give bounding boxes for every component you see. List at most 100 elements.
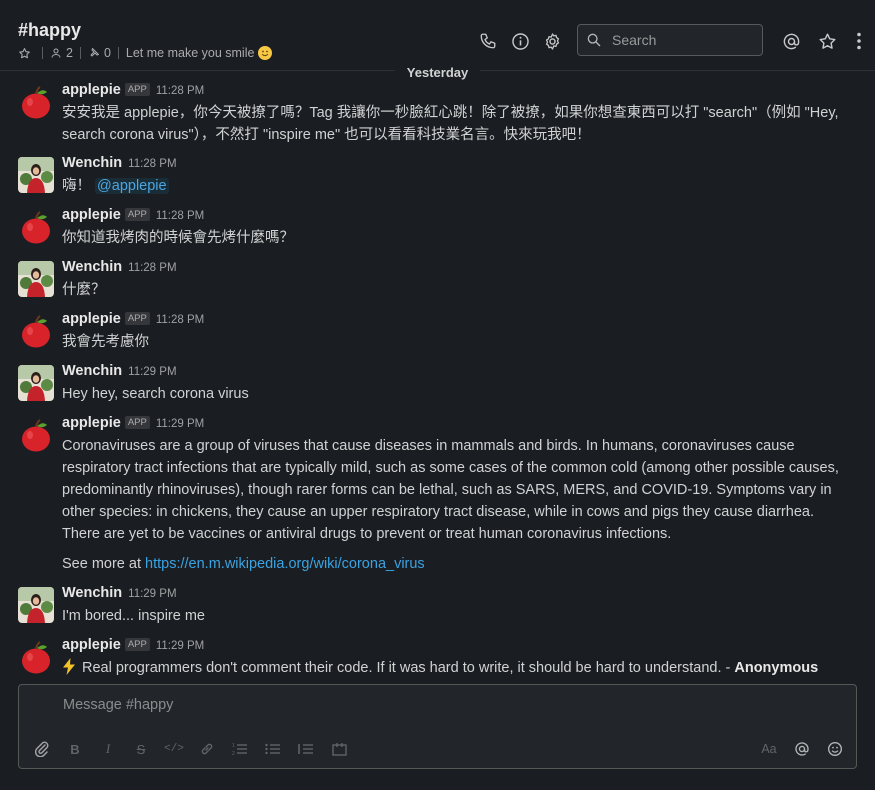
apple-avatar-icon[interactable]: [18, 313, 54, 349]
message-input[interactable]: [61, 695, 825, 723]
app-badge: APP: [124, 416, 150, 429]
message-header: Wenchin 11:28 PM: [62, 155, 177, 171]
divider: [79, 47, 81, 59]
channel-title[interactable]: #happy: [18, 20, 81, 41]
day-divider: Yesterday: [0, 60, 875, 82]
header-actions: [478, 31, 562, 51]
message-header: applepie APP 11:29 PM: [62, 415, 204, 431]
members-icon[interactable]: [50, 47, 62, 59]
timestamp[interactable]: 11:28 PM: [156, 210, 204, 222]
author-name[interactable]: Wenchin: [62, 155, 122, 171]
timestamp[interactable]: 11:29 PM: [128, 366, 176, 378]
timestamp[interactable]: 11:28 PM: [128, 158, 176, 170]
pin-icon[interactable]: [88, 47, 100, 59]
timestamp[interactable]: 11:29 PM: [156, 640, 204, 652]
author-name[interactable]: applepie: [62, 415, 121, 431]
timestamp[interactable]: 11:29 PM: [128, 588, 176, 600]
code-icon[interactable]: </>: [163, 739, 185, 759]
message-header: applepie APP 11:28 PM: [62, 311, 204, 327]
timestamp[interactable]: 11:29 PM: [156, 418, 204, 430]
message-text: 我會先考慮你: [62, 334, 149, 350]
search-input[interactable]: [610, 31, 754, 49]
message-header: applepie APP 11:28 PM: [62, 207, 204, 223]
link-icon[interactable]: [196, 739, 218, 759]
app-badge: APP: [124, 83, 150, 96]
quote-attribution: Anonymous: [734, 660, 819, 676]
user-avatar[interactable]: [18, 157, 54, 193]
user-avatar[interactable]: [18, 587, 54, 623]
author-name[interactable]: Wenchin: [62, 363, 122, 379]
smile-emoji-icon: [258, 46, 273, 60]
pinned-count[interactable]: 0: [104, 46, 111, 60]
app-badge: APP: [124, 208, 150, 221]
emoji-icon[interactable]: [824, 739, 846, 759]
gear-icon[interactable]: [542, 31, 562, 51]
user-avatar[interactable]: [18, 261, 54, 297]
message-text: Coronaviruses are a group of viruses tha…: [62, 435, 842, 575]
star-icon[interactable]: [817, 31, 837, 51]
bold-icon[interactable]: B: [64, 739, 86, 759]
timestamp[interactable]: 11:28 PM: [128, 262, 176, 274]
user-avatar[interactable]: [18, 365, 54, 401]
phone-icon[interactable]: [478, 31, 498, 51]
lightning-icon: [62, 658, 76, 682]
bulleted-list-icon[interactable]: [262, 739, 284, 759]
author-name[interactable]: Wenchin: [62, 585, 122, 601]
member-count[interactable]: 2: [66, 46, 73, 60]
message-composer: B I S </> 12 Aa: [18, 684, 857, 769]
info-icon[interactable]: [510, 31, 530, 51]
header-right-actions: [781, 31, 869, 51]
apple-avatar-icon[interactable]: [18, 639, 54, 675]
wikipedia-link[interactable]: https://en.m.wikipedia.org/wiki/corona_v…: [145, 556, 425, 572]
message-text: 你知道我烤肉的時候會先烤什麼嗎？: [62, 230, 294, 246]
search-box[interactable]: [577, 24, 763, 56]
author-name[interactable]: Wenchin: [62, 259, 122, 275]
blockquote-icon[interactable]: [295, 739, 317, 759]
message-text: Hey hey, search corona virus: [62, 386, 249, 402]
message-text-segment: Real programmers don't comment their cod…: [82, 660, 735, 676]
ordered-list-icon[interactable]: 12: [229, 739, 251, 759]
message-text: Real programmers don't comment their cod…: [62, 657, 842, 682]
author-name[interactable]: applepie: [62, 82, 121, 98]
strikethrough-icon[interactable]: S: [130, 739, 152, 759]
user-mention[interactable]: @applepie: [95, 178, 169, 194]
author-name[interactable]: applepie: [62, 207, 121, 223]
author-name[interactable]: applepie: [62, 637, 121, 653]
code-block-icon[interactable]: [328, 739, 350, 759]
timestamp[interactable]: 11:28 PM: [156, 85, 204, 97]
apple-avatar-icon[interactable]: [18, 84, 54, 120]
composer-right-tools: Aa: [747, 739, 846, 759]
apple-avatar-icon[interactable]: [18, 417, 54, 453]
message-header: Wenchin 11:29 PM: [62, 585, 177, 601]
message-text: 嗨！ @applepie: [62, 175, 842, 197]
svg-text:2: 2: [232, 751, 235, 756]
message-header: Wenchin 11:28 PM: [62, 259, 177, 275]
channel-topic[interactable]: Let me make you smile: [126, 46, 255, 60]
svg-text:1: 1: [232, 743, 235, 749]
more-icon[interactable]: [849, 31, 869, 51]
attach-icon[interactable]: [31, 739, 53, 759]
day-divider-label[interactable]: Yesterday: [394, 64, 481, 80]
mention-icon[interactable]: [791, 739, 813, 759]
text-format-toggle[interactable]: Aa: [758, 739, 780, 759]
message-text-segment: 嗨！: [62, 178, 91, 194]
message-header: applepie APP 11:28 PM: [62, 82, 204, 98]
divider: [42, 47, 43, 59]
app-badge: APP: [124, 638, 150, 651]
timestamp[interactable]: 11:28 PM: [156, 314, 204, 326]
search-icon: [586, 32, 602, 48]
message-text: 安安我是 applepie，你今天被撩了嗎？Tag 我讓你一秒臉紅心跳！除了被撩…: [62, 105, 839, 143]
italic-icon[interactable]: I: [97, 739, 119, 759]
star-outline-icon[interactable]: [18, 47, 31, 60]
divider: [117, 47, 119, 59]
formatting-toolbar: B I S </> 12: [31, 739, 361, 759]
app-badge: APP: [124, 312, 150, 325]
channel-meta: 2 0 Let me make you smile: [18, 45, 273, 61]
message-text: 什麼？: [62, 282, 106, 298]
see-more-line: See more at https://en.m.wikipedia.org/w…: [62, 553, 842, 575]
apple-avatar-icon[interactable]: [18, 209, 54, 245]
see-more-label: See more at: [62, 556, 141, 572]
message-paragraph: Coronaviruses are a group of viruses tha…: [62, 438, 839, 542]
author-name[interactable]: applepie: [62, 311, 121, 327]
at-icon[interactable]: [781, 31, 801, 51]
